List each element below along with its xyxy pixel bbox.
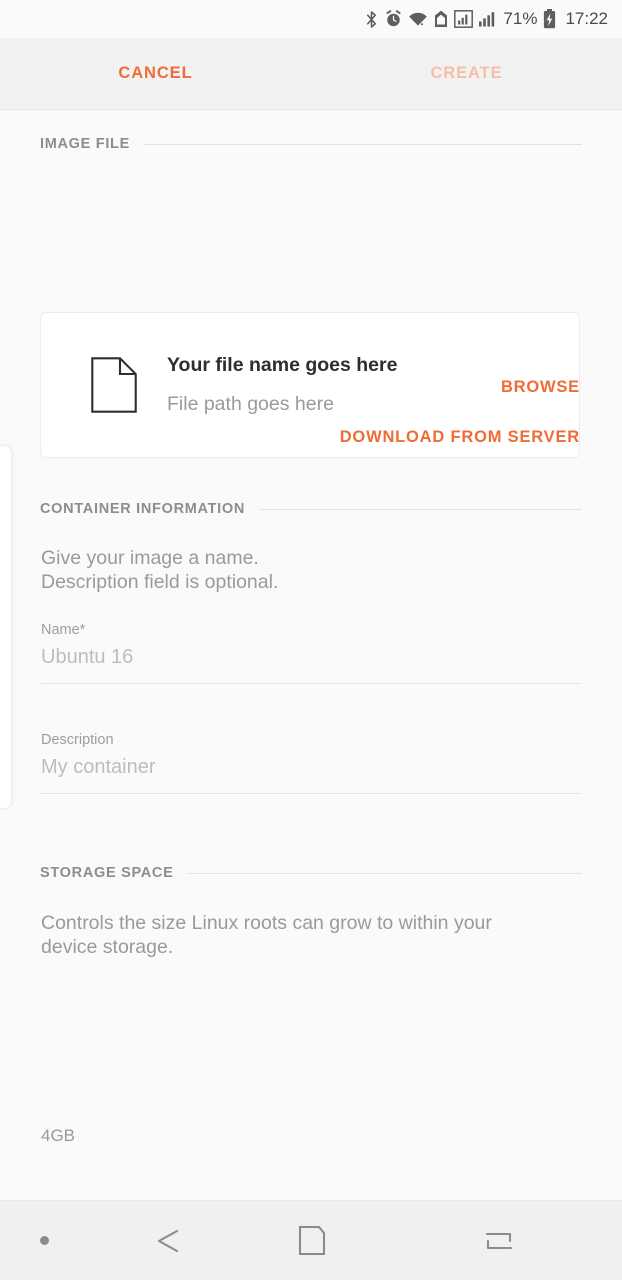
storage-description-line-2: device storage. xyxy=(41,935,174,958)
storage-description-line-1: Controls the size Linux roots can grow t… xyxy=(41,912,492,934)
clock-label: 17:22 xyxy=(565,9,608,28)
storage-space-description: Controls the size Linux roots can grow t… xyxy=(41,912,586,959)
container-information-description: Give your image a name. Description fiel… xyxy=(41,547,586,594)
description-field-label: Description xyxy=(41,732,114,748)
wifi-icon xyxy=(408,11,428,28)
battery-percent-label: 71% xyxy=(503,9,538,28)
status-bar: 71% 17:22 xyxy=(0,0,622,38)
description-field-underline xyxy=(41,793,581,794)
name-field[interactable]: Name* Ubuntu 16 xyxy=(41,622,581,684)
section-rule xyxy=(187,872,582,874)
nfc-icon xyxy=(434,10,448,28)
description-field[interactable]: Description My container xyxy=(41,732,581,794)
action-bar: CANCEL CREATE xyxy=(0,38,622,110)
phone-screen: 71% 17:22 CANCEL CREATE IMAGE FILE Your … xyxy=(0,0,622,1280)
offscreen-card-edge xyxy=(0,445,12,809)
recents-icon[interactable] xyxy=(376,1201,622,1280)
section-label-container-information: CONTAINER INFORMATION xyxy=(40,501,246,517)
file-path-label: File path goes here xyxy=(167,393,334,415)
bluetooth-icon xyxy=(364,10,379,29)
file-card-texts: Your file name goes here File path goes … xyxy=(167,354,397,416)
document-file-icon xyxy=(83,357,145,413)
signal-bars-2-icon xyxy=(479,10,497,28)
download-from-server-button[interactable]: DOWNLOAD FROM SERVER xyxy=(340,428,580,447)
name-field-underline xyxy=(41,683,581,684)
dot-shape xyxy=(39,1236,49,1245)
status-icon-group: 71% 17:22 xyxy=(364,9,608,29)
alarm-icon xyxy=(385,10,402,28)
container-description-line-1: Give your image a name. xyxy=(41,547,259,569)
container-description-line-2: Description field is optional. xyxy=(41,570,279,593)
battery-charging-icon xyxy=(543,9,556,29)
back-arrow-icon[interactable] xyxy=(88,1201,248,1280)
storage-current-value-label: 4GB xyxy=(41,1126,76,1145)
file-name-label: Your file name goes here xyxy=(167,354,398,376)
section-rule xyxy=(259,508,582,510)
navigation-bar xyxy=(0,1200,622,1280)
name-field-input[interactable]: Ubuntu 16 xyxy=(41,646,581,683)
dot-indicator-icon[interactable] xyxy=(0,1201,88,1280)
section-rule xyxy=(143,143,582,145)
section-label-image-file: IMAGE FILE xyxy=(40,136,130,152)
description-field-input[interactable]: My container xyxy=(41,756,581,793)
section-header-container-information: CONTAINER INFORMATION xyxy=(40,501,582,517)
section-header-storage-space: STORAGE SPACE xyxy=(40,865,582,881)
signal-bars-icon xyxy=(454,10,474,28)
browse-button[interactable]: BROWSE xyxy=(501,378,580,397)
form-content: IMAGE FILE Your file name goes here File… xyxy=(0,110,622,1200)
cancel-button[interactable]: CANCEL xyxy=(0,38,311,109)
create-button[interactable]: CREATE xyxy=(311,38,622,109)
name-field-label: Name* xyxy=(41,622,86,638)
section-header-image-file: IMAGE FILE xyxy=(40,136,582,152)
home-square-icon[interactable] xyxy=(248,1201,376,1280)
section-label-storage-space: STORAGE SPACE xyxy=(40,865,174,881)
